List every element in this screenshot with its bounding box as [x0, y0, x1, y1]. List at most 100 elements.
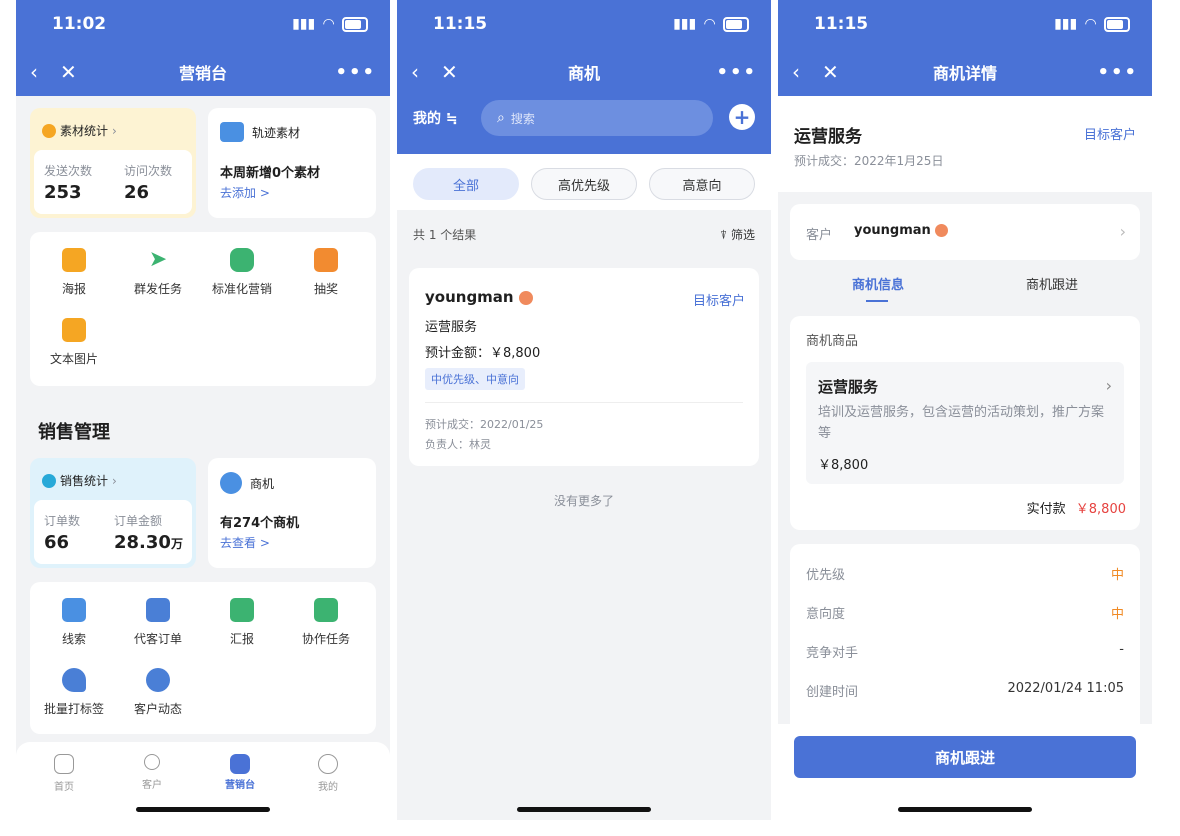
close-icon[interactable]: ✕: [822, 60, 839, 84]
order-count-value: 66: [44, 532, 70, 553]
sales-stats-card[interactable]: 销售统计 › 订单数 66 订单金额 28.30万: [30, 458, 196, 568]
tool-batch-tag[interactable]: 批量打标签: [34, 668, 114, 717]
status-icons: ▮▮▮ ◠: [673, 16, 749, 32]
more-icon[interactable]: •••: [716, 62, 757, 83]
status-time: 11:15: [433, 14, 488, 34]
tag-icon: [62, 668, 86, 692]
tool-label: 抽奖: [313, 282, 338, 296]
tool-lottery[interactable]: 抽奖: [286, 248, 366, 297]
tool-proxy-order[interactable]: 代客订单: [118, 598, 198, 647]
grid-icon: [230, 754, 250, 774]
product-item[interactable]: 运营服务 › 培训及运营服务，包含运营的活动策划，推广方案等 ￥8,800: [806, 362, 1124, 484]
tool-label: 汇报: [229, 632, 254, 646]
smile-icon: [318, 754, 338, 774]
user-search-icon: [146, 668, 170, 692]
no-more-text: 没有更多了: [553, 494, 614, 508]
detail-tabs: 商机信息 商机跟进: [778, 268, 1152, 308]
signal-icon: ▮▮▮: [673, 16, 697, 32]
tool-text-image[interactable]: 文本图片: [34, 318, 114, 367]
section-title: 销售管理: [38, 422, 110, 443]
screen-opportunity-detail: 11:15 ▮▮▮ ◠ ‹ ✕ 商机详情 ••• 运营服务 目标客户 预计成交：…: [778, 0, 1152, 820]
send-count-label: 发送次数: [44, 164, 93, 178]
opportunity-card[interactable]: 商机 有274个商机 去查看 >: [208, 458, 376, 568]
close-icon[interactable]: ✕: [60, 60, 77, 84]
tool-report[interactable]: 汇报: [202, 598, 282, 647]
tool-standard-marketing[interactable]: 标准化营销: [202, 248, 282, 297]
detail-label: 意向度: [806, 607, 846, 622]
product-name: 运营服务: [425, 320, 478, 335]
opportunity-headline: 有274个商机: [220, 516, 300, 531]
tab-marketing-desk[interactable]: 营销台: [212, 754, 268, 791]
detail-row-priority: 优先级 中: [806, 564, 1124, 583]
tool-customer-activity[interactable]: 客户动态: [118, 668, 198, 717]
owner: 负责人：林灵: [425, 438, 491, 451]
gift-icon: [314, 248, 338, 272]
status-bar: 11:15 ▮▮▮ ◠: [397, 0, 771, 48]
tool-label: 协作任务: [301, 632, 350, 646]
tab-opportunity-info[interactable]: 商机信息: [828, 274, 928, 293]
add-icon[interactable]: +: [729, 104, 755, 130]
tab-home[interactable]: 首页: [36, 754, 92, 793]
home-icon: [54, 754, 74, 774]
screen-marketing-desk: 11:02 ▮▮▮ ◠ ‹ ✕ 营销台 ••• 素材统计 › 发送次数 253 …: [16, 0, 390, 820]
nav-bar: ‹ ✕ 商机详情 •••: [778, 48, 1152, 96]
follow-up-button[interactable]: 商机跟进: [794, 736, 1136, 778]
tool-leads[interactable]: 线索: [34, 598, 114, 647]
status-icons: ▮▮▮ ◠: [1054, 16, 1130, 32]
tool-collab-task[interactable]: 协作任务: [286, 598, 366, 647]
customer-tag: 目标客户: [1083, 128, 1136, 143]
add-material-link[interactable]: 去添加 >: [220, 184, 270, 201]
tab-customer[interactable]: 客户: [124, 754, 180, 791]
lightning-icon: [220, 472, 242, 494]
tool-label: 批量打标签: [43, 702, 104, 716]
back-icon[interactable]: ‹: [411, 60, 419, 84]
detail-value: 中: [1110, 607, 1124, 622]
more-icon[interactable]: •••: [335, 62, 376, 83]
customer-label: 客户: [806, 228, 833, 243]
back-icon[interactable]: ‹: [30, 60, 38, 84]
divider: [425, 402, 743, 403]
opportunity-card[interactable]: youngman 目标客户 运营服务 预计金额：￥8,800 中优先级、中意向 …: [409, 268, 759, 466]
wifi-icon: ◠: [323, 16, 334, 32]
battery-icon: [1104, 16, 1130, 32]
tab-label: 首页: [54, 782, 74, 793]
tool-label: 标准化营销: [211, 282, 272, 296]
detail-label: 竞争对手: [806, 646, 859, 661]
avatar-emoji-icon: [518, 290, 533, 305]
material-stats-card[interactable]: 素材统计 › 发送次数 253 访问次数 26: [30, 108, 196, 218]
chip-high-intent[interactable]: 高意向: [649, 168, 755, 200]
detail-label: 优先级: [806, 568, 846, 583]
tab-opportunity-followup[interactable]: 商机跟进: [1002, 274, 1102, 293]
customer-name-text: youngman: [854, 223, 931, 238]
home-indicator: [517, 807, 651, 812]
customer-row[interactable]: 客户 youngman ›: [790, 204, 1140, 260]
home-indicator: [898, 807, 1032, 812]
tool-poster[interactable]: 海报: [34, 248, 114, 297]
view-opportunity-link[interactable]: 去查看 >: [220, 534, 270, 551]
deal-date: 预计成交：2022年1月25日: [794, 154, 944, 168]
status-time: 11:15: [814, 14, 869, 34]
opportunity-title: 商机: [250, 476, 275, 491]
chip-all[interactable]: 全部: [413, 168, 519, 200]
product-description: 培训及运营服务，包含运营的活动策划，推广方案等: [818, 405, 1105, 441]
mine-filter[interactable]: 我的 ≒: [413, 108, 458, 128]
grid-apps-icon: [230, 248, 254, 272]
tool-mass-send[interactable]: ➤ 群发任务: [118, 248, 198, 297]
order-form-icon: [146, 598, 170, 622]
tab-label: 客户: [142, 780, 162, 791]
tab-mine[interactable]: 我的: [300, 754, 356, 793]
more-icon[interactable]: •••: [1097, 62, 1138, 83]
track-material-card[interactable]: 轨迹素材 本周新增0个素材 去添加 >: [208, 108, 376, 218]
search-input[interactable]: ⌕ 搜索: [481, 100, 713, 136]
back-icon[interactable]: ‹: [792, 60, 800, 84]
chevron-right-icon: ›: [112, 473, 117, 488]
image-icon: [62, 318, 86, 342]
deal-date: 预计成交：2022/01/25: [425, 418, 544, 431]
customer-name: youngman: [854, 223, 949, 238]
header: 11:15 ▮▮▮ ◠ ‹ ✕ 商机 ••• 我的 ≒ ⌕ 搜索 +: [397, 0, 771, 154]
filter-button[interactable]: ⍒ 筛选: [720, 226, 755, 243]
order-count-label: 订单数: [44, 514, 81, 528]
status-bar: 11:02 ▮▮▮ ◠: [16, 0, 390, 48]
close-icon[interactable]: ✕: [441, 60, 458, 84]
chip-high-priority[interactable]: 高优先级: [531, 168, 637, 200]
